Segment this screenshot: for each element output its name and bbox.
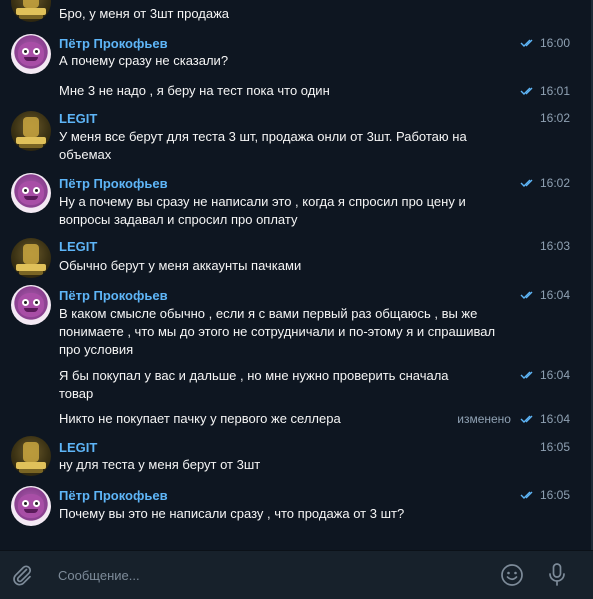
sender-name[interactable]: Пётр Прокофьев (59, 176, 168, 191)
paperclip-icon[interactable] (10, 563, 34, 592)
message-meta: 16:02 (540, 111, 570, 125)
message-meta: 16:05 (540, 440, 570, 454)
message-time: 16:05 (539, 488, 570, 502)
message-time: 16:00 (539, 36, 570, 50)
read-ticks-icon (520, 371, 533, 379)
sender-name[interactable]: LEGIT (59, 440, 97, 455)
message-meta: 16:04 (520, 288, 570, 302)
sender-name[interactable]: Пётр Прокофьев (59, 488, 168, 503)
avatar-petr[interactable] (11, 486, 51, 526)
message-input[interactable]: Сообщение... (58, 568, 140, 583)
message-text: Я бы покупал у вас и дальше , но мне нуж… (59, 368, 449, 401)
sender-name[interactable]: Пётр Прокофьев (59, 288, 168, 303)
emoji-icon[interactable] (500, 563, 524, 592)
message-text: У меня все берут для теста 3 шт, продажа… (59, 129, 467, 162)
message-meta: 16:05 (520, 488, 570, 502)
message-time: 16:05 (539, 440, 570, 454)
read-ticks-icon (520, 415, 533, 423)
message-meta: 16:03 (540, 239, 570, 253)
message-time: 16:03 (539, 239, 570, 253)
read-ticks-icon (520, 87, 533, 95)
microphone-icon[interactable] (545, 562, 569, 593)
message-time: 16:04 (539, 288, 570, 302)
avatar-petr[interactable] (11, 173, 51, 213)
avatar-legit[interactable] (11, 0, 51, 22)
sender-name[interactable]: LEGIT (59, 111, 97, 126)
message-time: 16:04 (539, 368, 570, 382)
read-ticks-icon (520, 291, 533, 299)
message-text: Бро, у меня от 3шт продажа (59, 6, 230, 21)
message-meta: 16:04 (520, 368, 570, 382)
edited-label: изменено (457, 412, 511, 426)
chat-history[interactable]: Бро, у меня от 3шт продажа Пётр Прокофье… (0, 0, 593, 550)
avatar-petr[interactable] (11, 285, 51, 325)
message-text: А почему сразу не сказали? (59, 53, 229, 68)
message-meta: 16:00 (520, 36, 570, 50)
sender-name[interactable]: Пётр Прокофьев (59, 36, 168, 51)
message-text: Почему вы это не написали сразу , что пр… (59, 506, 405, 521)
avatar-legit[interactable] (11, 238, 51, 278)
message-text: Обычно берут у меня аккаунты пачками (59, 258, 302, 273)
message-text: Никто не покупает пачку у первого же сел… (59, 411, 341, 426)
avatar-legit[interactable] (11, 436, 51, 476)
message-meta: изменено 16:04 (457, 412, 570, 426)
read-ticks-icon (520, 491, 533, 499)
message-text: Мне 3 не надо , я беру на тест пока что … (59, 83, 330, 98)
avatar-legit[interactable] (11, 111, 51, 151)
message-meta: 16:01 (520, 84, 570, 98)
message-text: Ну а почему вы сразу не написали это , к… (59, 194, 466, 227)
read-ticks-icon (520, 39, 533, 47)
message-text: В каком смысле обычно , если я с вами пе… (59, 306, 496, 357)
message-time: 16:01 (539, 84, 570, 98)
read-ticks-icon (520, 179, 533, 187)
message-text: ну для теста у меня берут от 3шт (59, 457, 261, 472)
message-meta: 16:02 (520, 176, 570, 190)
message-time: 16:04 (539, 412, 570, 426)
message-composer: Сообщение... (0, 550, 593, 599)
message-time: 16:02 (539, 111, 570, 125)
avatar-petr[interactable] (11, 34, 51, 74)
sender-name[interactable]: LEGIT (59, 239, 97, 254)
message-time: 16:02 (539, 176, 570, 190)
